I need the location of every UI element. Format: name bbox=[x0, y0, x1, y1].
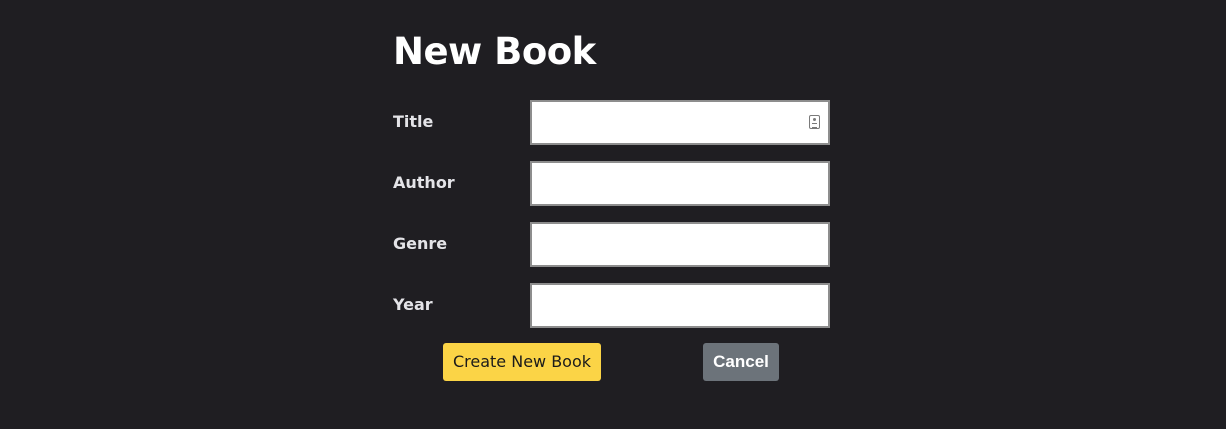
contact-card-icon[interactable] bbox=[809, 115, 820, 129]
title-input[interactable] bbox=[530, 100, 830, 145]
author-label: Author bbox=[393, 173, 455, 192]
create-new-book-button[interactable]: Create New Book bbox=[443, 343, 601, 381]
author-input[interactable] bbox=[530, 161, 830, 206]
genre-label: Genre bbox=[393, 234, 448, 253]
year-row: Year bbox=[393, 283, 833, 328]
genre-input[interactable] bbox=[530, 222, 830, 267]
title-label: Title bbox=[393, 112, 434, 131]
cancel-button[interactable]: Cancel bbox=[703, 343, 779, 381]
page-title: New Book bbox=[393, 30, 596, 73]
author-row: Author bbox=[393, 161, 833, 206]
year-input[interactable] bbox=[530, 283, 830, 328]
genre-row: Genre bbox=[393, 222, 833, 267]
new-book-page: New Book Title Author Genre Year Create … bbox=[0, 0, 1226, 429]
title-row: Title bbox=[393, 100, 833, 145]
year-label: Year bbox=[393, 295, 433, 314]
